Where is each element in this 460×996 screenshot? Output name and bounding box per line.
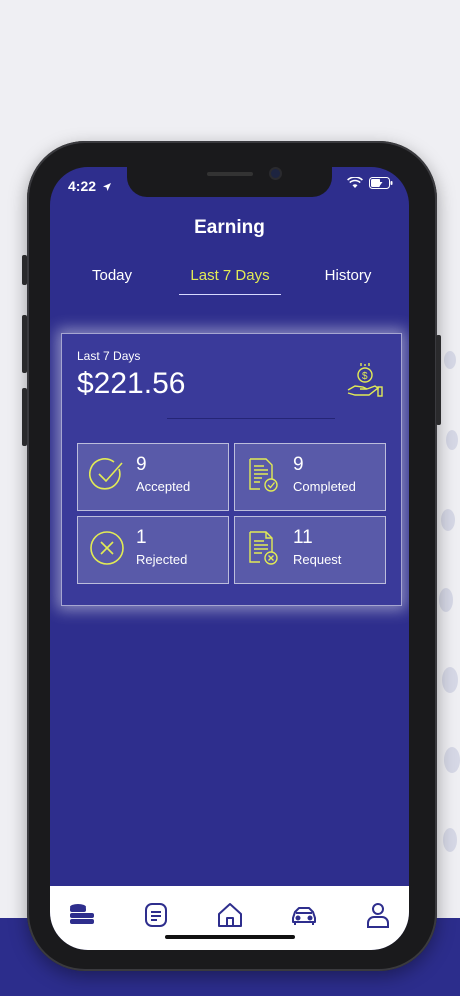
- money-hand-icon: $: [347, 363, 383, 397]
- status-icons: [347, 177, 393, 189]
- wifi-icon: [347, 177, 363, 188]
- stat-request[interactable]: 11 Request: [234, 516, 386, 584]
- battery-charging-icon: [369, 177, 393, 189]
- stat-value: 9: [293, 454, 304, 475]
- location-arrow-icon: [102, 183, 111, 191]
- x-circle-icon: [90, 531, 124, 565]
- home-icon[interactable]: [216, 901, 244, 929]
- power-button: [436, 335, 441, 425]
- status-time-text: 4:22: [68, 178, 97, 194]
- stat-accepted[interactable]: 9 Accepted: [77, 443, 229, 511]
- speaker: [207, 172, 253, 176]
- earnings-amount: $221.56: [77, 367, 186, 400]
- volume-down-button: [22, 388, 27, 446]
- document-check-icon: [249, 458, 278, 492]
- status-time: 4:22: [68, 178, 112, 194]
- mute-switch: [22, 255, 27, 285]
- bottom-navigation: [50, 886, 409, 950]
- car-icon[interactable]: [290, 901, 318, 929]
- coins-icon[interactable]: [68, 901, 96, 929]
- summary-divider: [167, 418, 335, 419]
- document-list-icon[interactable]: [142, 901, 170, 929]
- tab-history[interactable]: History: [313, 267, 383, 284]
- check-circle-icon: [89, 458, 123, 490]
- document-x-icon: [249, 531, 278, 565]
- active-tab-indicator: [179, 294, 281, 295]
- camera: [271, 169, 280, 178]
- stat-value: 11: [293, 527, 313, 548]
- notch: [127, 167, 332, 197]
- user-icon[interactable]: [364, 901, 392, 929]
- tab-last-7-days[interactable]: Last 7 Days: [179, 267, 281, 284]
- stat-label: Request: [293, 552, 342, 567]
- earnings-summary-card: Last 7 Days $221.56 $ 9 Accepted 9 Compl…: [61, 333, 402, 606]
- stat-label: Rejected: [136, 552, 188, 567]
- summary-period-label: Last 7 Days: [77, 349, 141, 363]
- tab-today[interactable]: Today: [78, 267, 146, 284]
- period-tabs: Today Last 7 Days History: [50, 267, 409, 297]
- stat-completed[interactable]: 9 Completed: [234, 443, 386, 511]
- page-title: Earning: [194, 217, 265, 238]
- stat-value: 1: [136, 527, 147, 548]
- stat-rejected[interactable]: 1 Rejected: [77, 516, 229, 584]
- stat-label: Accepted: [136, 479, 191, 494]
- svg-text:$: $: [362, 371, 368, 382]
- volume-up-button: [22, 315, 27, 373]
- home-indicator: [165, 935, 295, 939]
- stat-label: Completed: [293, 479, 356, 494]
- stat-value: 9: [136, 454, 147, 475]
- app-screen: 4:22 Earning Today Last 7 Days History L…: [50, 167, 409, 950]
